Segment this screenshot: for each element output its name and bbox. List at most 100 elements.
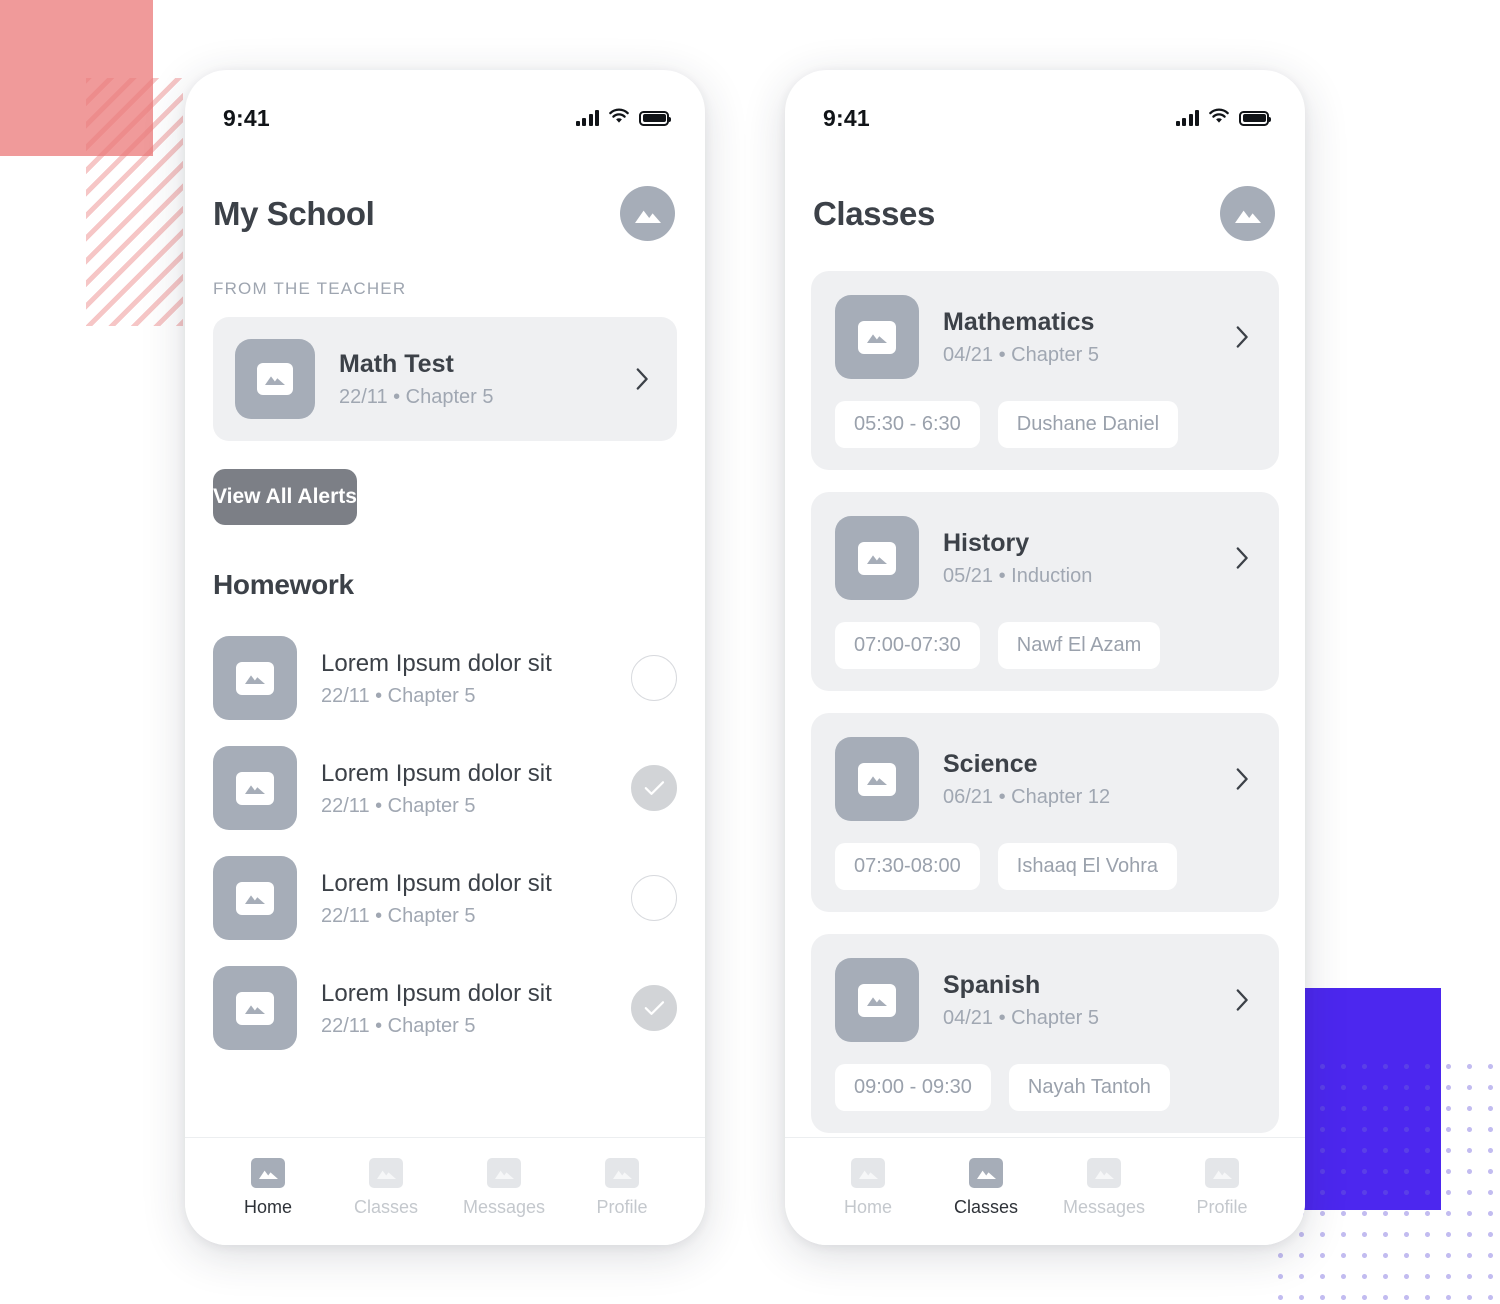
homework-row[interactable]: Lorem Ipsum dolor sit 22/11 • Chapter 5 [185,843,705,953]
class-card-text: Science 06/21 • Chapter 12 [919,749,1219,809]
alert-card-title: Math Test [339,349,454,378]
class-title: Science [943,749,1038,778]
tab-messages[interactable]: Messages [445,1158,563,1218]
homework-text: Lorem Ipsum dolor sit 22/11 • Chapter 5 [297,649,631,708]
image-placeholder-icon [245,895,265,904]
homework-checkbox[interactable] [631,765,677,811]
tab-messages[interactable]: Messages [1045,1158,1163,1218]
tab-home[interactable]: Home [809,1158,927,1218]
homework-row[interactable]: Lorem Ipsum dolor sit 22/11 • Chapter 5 [185,623,705,733]
status-bar: 9:41 [185,70,705,142]
class-subtitle: 04/21 • Chapter 5 [943,1007,1099,1030]
alert-card-text: Math Test 22/11 • Chapter 5 [315,349,619,409]
homework-thumbnail [213,856,297,940]
class-teacher-tag: Nawf El Azam [997,622,1161,669]
image-placeholder-icon [976,1170,996,1179]
class-card[interactable]: History 05/21 • Induction 07:00-07:30 Nawf … [811,492,1279,691]
status-time: 9:41 [223,104,270,131]
class-card-text: Spanish 04/21 • Chapter 5 [919,970,1219,1030]
class-teacher-tag: Ishaaq El Vohra [997,843,1177,890]
image-placeholder-icon [245,1005,265,1014]
phone-mockup-classes: 9:41 Classes Mathematics 04/21 • Chapter … [785,70,1305,1245]
image-placeholder-icon [612,1170,632,1179]
class-time-tag: 07:30-08:00 [835,843,980,890]
homework-row[interactable]: Lorem Ipsum dolor sit 22/11 • Chapter 5 [185,733,705,843]
tab-label: Profile [1196,1197,1248,1217]
tab-classes[interactable]: Classes [327,1158,445,1218]
image-placeholder-icon [494,1170,514,1179]
homework-checkbox[interactable] [631,985,677,1031]
chevron-right-icon[interactable] [1229,766,1255,792]
class-subtitle: 06/21 • Chapter 12 [943,786,1111,809]
tab-bar-home: Home Classes Messages Profile [185,1137,705,1245]
signal-bars-icon [575,110,599,126]
chevron-right-icon[interactable] [629,366,655,392]
wifi-icon [1208,108,1230,129]
tab-label: Home [243,1197,292,1217]
homework-subtitle: 22/11 • Chapter 5 [321,794,476,817]
homework-text: Lorem Ipsum dolor sit 22/11 • Chapter 5 [297,869,631,928]
homework-row[interactable]: Lorem Ipsum dolor sit 22/11 • Chapter 5 [185,953,705,1063]
chevron-right-icon[interactable] [1229,324,1255,350]
class-card[interactable]: Mathematics 04/21 • Chapter 5 05:30 - 6:30… [811,271,1279,470]
homework-title: Lorem Ipsum dolor sit [321,649,552,677]
image-placeholder-icon [245,675,265,684]
wifi-icon [608,108,630,129]
tab-label: Classes [953,1197,1019,1217]
homework-subtitle: 22/11 • Chapter 5 [321,1014,476,1037]
class-thumbnail [835,516,919,600]
image-placeholder-icon [969,1158,1003,1188]
homework-title: Lorem Ipsum dolor sit [321,759,552,787]
image-placeholder-icon [867,334,887,343]
alert-thumbnail [235,339,315,419]
classes-list: Mathematics 04/21 • Chapter 5 05:30 - 6:30… [785,241,1305,1133]
class-card[interactable]: Spanish 04/21 • Chapter 5 09:00 - 09:30 Nay… [811,934,1279,1133]
image-placeholder-icon [867,997,887,1006]
class-thumbnail [835,958,919,1042]
image-placeholder-icon [867,776,887,785]
chevron-right-icon[interactable] [1229,987,1255,1013]
class-title: Spanish [943,970,1041,999]
image-placeholder-icon [1234,210,1261,223]
image-placeholder-icon [376,1170,396,1179]
homework-checkbox[interactable] [631,875,677,921]
homework-subtitle: 22/11 • Chapter 5 [321,684,476,707]
class-card-header: History 05/21 • Induction [835,516,1255,600]
homework-thumbnail [213,746,297,830]
homework-title: Lorem Ipsum dolor sit [321,979,552,1007]
screenshot-canvas: 9:41 My School FROM THE TEACHER Math Tes… [0,0,1500,1304]
page-title: My School [213,194,375,232]
status-bar: 9:41 [785,70,1305,142]
page-title: Classes [813,194,935,232]
class-time-tag: 07:00-07:30 [835,622,980,669]
class-tags: 09:00 - 09:30 Nayah Tantoh [835,1064,1255,1111]
alert-card-math-test[interactable]: Math Test 22/11 • Chapter 5 [213,317,677,441]
homework-heading: Homework [213,569,354,600]
image-placeholder-icon [245,785,265,794]
tab-label: Home [843,1197,892,1217]
homework-checkbox[interactable] [631,655,677,701]
avatar[interactable] [620,186,675,241]
alert-card-subtitle: 22/11 • Chapter 5 [339,386,494,409]
homework-list: Lorem Ipsum dolor sit 22/11 • Chapter 5 Lo… [185,623,705,1063]
class-card[interactable]: Science 06/21 • Chapter 12 07:30-08:00 Isha… [811,713,1279,912]
tab-home[interactable]: Home [209,1158,327,1218]
image-placeholder-icon [487,1158,521,1188]
view-all-alerts-button[interactable]: View All Alerts [213,469,357,525]
tab-profile[interactable]: Profile [563,1158,681,1218]
chevron-right-icon[interactable] [1229,545,1255,571]
image-placeholder-icon [634,210,661,223]
screen-body-home: FROM THE TEACHER Math Test 22/11 • Chapt… [185,241,705,1137]
avatar[interactable] [1220,186,1275,241]
tab-label: Messages [1062,1197,1146,1217]
image-placeholder-icon [858,1170,878,1179]
image-placeholder-icon [1212,1170,1232,1179]
battery-full-icon [1239,110,1271,126]
screen-header-classes: Classes [785,142,1305,241]
status-icons [575,108,671,129]
tab-classes[interactable]: Classes [927,1158,1045,1218]
image-placeholder-icon [1094,1170,1114,1179]
tab-profile[interactable]: Profile [1163,1158,1281,1218]
tab-bar-classes: Home Classes Messages Profile [785,1137,1305,1245]
class-card-header: Mathematics 04/21 • Chapter 5 [835,295,1255,379]
